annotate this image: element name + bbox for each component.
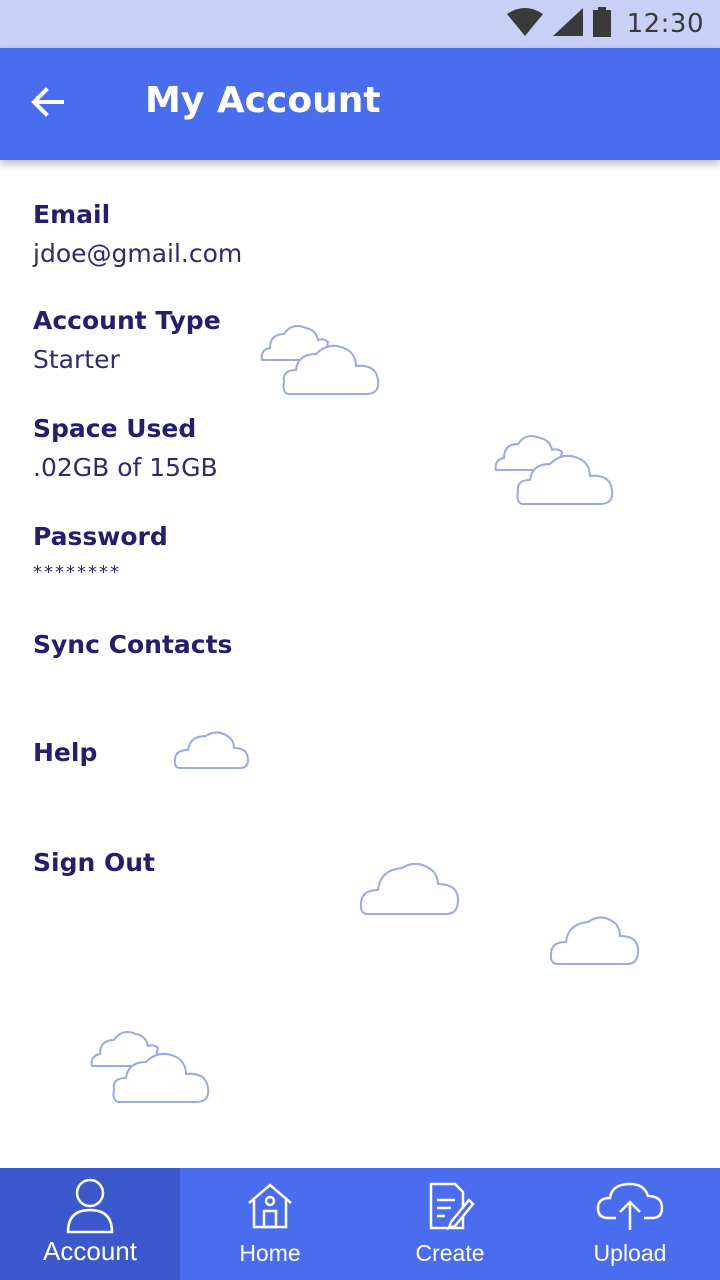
edit-document-icon [425,1178,475,1234]
account-content: Email jdoe@gmail.com Account Type Starte… [0,160,720,1168]
person-icon [65,1178,115,1234]
nav-home-label: Home [239,1240,301,1266]
sign-out-item[interactable]: Sign Out [33,848,155,877]
password-value: ******** [33,562,121,583]
app-bar: My Account [0,48,720,160]
email-label: Email [33,200,111,229]
cloud-decoration-icon [359,862,460,915]
status-bar: 12:30 [0,0,720,48]
nav-upload[interactable]: Upload [540,1168,720,1280]
cloud-decoration-icon [173,731,250,769]
nav-account-label: Account [43,1236,137,1266]
email-value: jdoe@gmail.com [33,239,243,268]
cloud-decoration-icon [549,916,640,965]
bottom-nav: Account Home Create Upload [0,1168,720,1280]
password-item[interactable]: Password [33,522,168,551]
nav-create[interactable]: Create [360,1168,540,1280]
help-item[interactable]: Help [33,738,97,767]
cloud-upload-icon [596,1178,664,1234]
home-icon [245,1178,295,1234]
space-used-label: Space Used [33,414,197,443]
cloud-decoration-icon [90,1031,210,1103]
account-type-label: Account Type [33,306,221,335]
wifi-icon [506,8,543,40]
cloud-decoration-icon [494,435,614,505]
nav-home[interactable]: Home [180,1168,360,1280]
nav-account[interactable]: Account [0,1168,180,1280]
signal-icon [552,8,583,40]
status-icons: 12:30 [506,0,704,48]
sync-contacts-item[interactable]: Sync Contacts [33,630,232,659]
nav-upload-label: Upload [593,1240,667,1266]
nav-create-label: Create [415,1240,485,1266]
space-used-value: .02GB of 15GB [33,453,218,482]
account-type-value: Starter [33,345,120,374]
arrow-left-icon [30,84,66,124]
battery-icon [592,7,611,41]
back-button[interactable] [20,78,76,130]
page-title: My Account [145,80,381,121]
cloud-decoration-icon [260,325,380,395]
status-time: 12:30 [626,9,704,39]
